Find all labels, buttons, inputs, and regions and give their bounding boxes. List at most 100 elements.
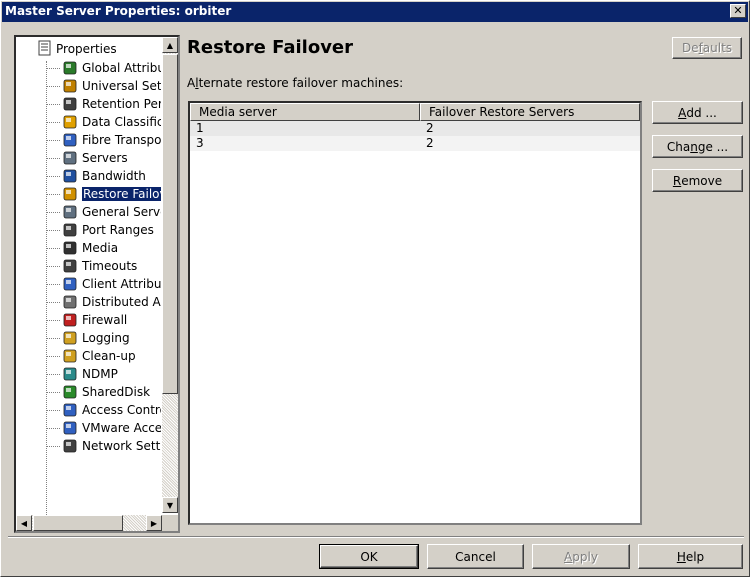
- tree-branch-line: [46, 410, 60, 411]
- tree-item[interactable]: General Server: [16, 203, 161, 221]
- help-button[interactable]: Help: [638, 544, 743, 569]
- tree-branch-line: [46, 302, 60, 303]
- client-attributes-icon: [62, 276, 78, 292]
- cell-media-server: 3: [196, 136, 204, 150]
- remove-label-post: emove: [681, 173, 723, 188]
- tree-item[interactable]: Media: [16, 239, 161, 257]
- ndmp-icon: [62, 366, 78, 382]
- failover-table[interactable]: Media server Failover Restore Servers 12…: [188, 101, 642, 525]
- tree-item-label: Restore Failov: [82, 187, 161, 201]
- tree-vertical-scroll-thumb[interactable]: [162, 54, 178, 394]
- media-icon: [62, 240, 78, 256]
- tree-item[interactable]: Fibre Transpor: [16, 131, 161, 149]
- cell-media-server: 1: [196, 121, 204, 135]
- apply-label-post: pply: [572, 549, 598, 564]
- tree-item[interactable]: Firewall: [16, 311, 161, 329]
- tree-item-label: Data Classifica: [82, 115, 161, 129]
- remove-button[interactable]: Remove: [652, 169, 743, 192]
- footer-separator: [8, 536, 744, 538]
- tree-item[interactable]: Servers: [16, 149, 161, 167]
- add-label-accel: A: [678, 105, 687, 120]
- scrollbar-corner: [162, 515, 178, 531]
- globe-icon: [62, 60, 78, 76]
- tree-branch-line: [46, 446, 60, 447]
- apply-button[interactable]: Apply: [532, 544, 630, 569]
- master-server-properties-dialog: Master Server Properties: orbiter ✕ Prop…: [0, 0, 750, 577]
- tree-item[interactable]: Port Ranges: [16, 221, 161, 239]
- tree-horizontal-scroll-thumb[interactable]: [33, 515, 123, 531]
- change-button[interactable]: Cha n ge ...: [652, 135, 743, 158]
- tree-root-label: Properties: [56, 42, 117, 56]
- tree-branch-line: [46, 122, 60, 123]
- help-label-post: elp: [685, 549, 705, 564]
- scroll-down-arrow-icon[interactable]: ▼: [162, 497, 178, 513]
- properties-tree[interactable]: Properties Global Attribut Universal Sett…: [14, 35, 180, 533]
- tree-item-label: Global Attribut: [82, 61, 161, 75]
- title-bar[interactable]: Master Server Properties: orbiter ✕: [2, 2, 748, 22]
- tree-branch-line: [46, 140, 60, 141]
- window-title: Master Server Properties: orbiter: [5, 4, 232, 18]
- tree-item-label: General Server: [82, 205, 161, 219]
- clean-up-icon: [62, 348, 78, 364]
- tree-item-label: Logging: [82, 331, 130, 345]
- tree-item[interactable]: Retention Peri: [16, 95, 161, 113]
- tree-item[interactable]: Bandwidth: [16, 167, 161, 185]
- table-header: Media server Failover Restore Servers: [190, 103, 640, 121]
- tree-horizontal-scrollbar[interactable]: ◀ ▶: [16, 515, 162, 531]
- tree-item[interactable]: Timeouts: [16, 257, 161, 275]
- tree-item-label: Media: [82, 241, 119, 255]
- tree-item[interactable]: Network Settir: [16, 437, 161, 455]
- tree-branch-line: [46, 194, 60, 195]
- tree-item-label: Distributed Ap: [82, 295, 161, 309]
- tree-item-label: Client Attribute: [82, 277, 161, 291]
- column-header-failover-restore-servers[interactable]: Failover Restore Servers: [420, 103, 640, 121]
- vmware-access-icon: [62, 420, 78, 436]
- tree-item[interactable]: Restore Failov: [16, 185, 161, 203]
- tree-item[interactable]: Client Attribute: [16, 275, 161, 293]
- tree-branch-line: [46, 356, 60, 357]
- tree-item[interactable]: NDMP: [16, 365, 161, 383]
- tree-item-label: Bandwidth: [82, 169, 146, 183]
- tree-item[interactable]: Clean-up: [16, 347, 161, 365]
- scroll-up-arrow-icon[interactable]: ▲: [162, 37, 178, 53]
- tree-item[interactable]: Universal Setti: [16, 77, 161, 95]
- tree-item[interactable]: Access Contro: [16, 401, 161, 419]
- tree-vertical-scrollbar[interactable]: ▲ ▼: [162, 37, 178, 513]
- subheading-pre: A: [187, 76, 196, 90]
- universal-settings-icon: [62, 78, 78, 94]
- tree-branch-line: [46, 68, 60, 69]
- tree-item[interactable]: Global Attribut: [16, 59, 161, 77]
- tree-item[interactable]: Data Classifica: [16, 113, 161, 131]
- cell-failover-restore-servers: 2: [426, 136, 434, 150]
- defaults-label-pre: De: [681, 41, 699, 55]
- table-row[interactable]: 12: [190, 121, 640, 136]
- tree-item[interactable]: VMware Acces: [16, 419, 161, 437]
- tree-branch-line: [46, 392, 60, 393]
- tree-item-label: VMware Acces: [82, 421, 161, 435]
- tree-branch-line: [46, 266, 60, 267]
- scroll-right-arrow-icon[interactable]: ▶: [146, 515, 162, 531]
- cancel-button[interactable]: Cancel: [427, 544, 524, 569]
- tree-item-label: Network Settir: [82, 439, 161, 453]
- tree-item[interactable]: Logging: [16, 329, 161, 347]
- column-header-media-server[interactable]: Media server: [190, 103, 420, 121]
- scroll-left-arrow-icon[interactable]: ◀: [16, 515, 32, 531]
- table-row[interactable]: 32: [190, 136, 640, 151]
- cell-failover-restore-servers: 2: [426, 121, 434, 135]
- logging-icon: [62, 330, 78, 346]
- tree-root-properties[interactable]: Properties: [38, 40, 117, 58]
- close-button[interactable]: ✕: [730, 4, 746, 18]
- remove-label-accel: R: [672, 173, 682, 188]
- retention-icon: [62, 96, 78, 112]
- tree-item[interactable]: Distributed Ap: [16, 293, 161, 311]
- access-control-icon: [62, 402, 78, 418]
- add-button[interactable]: Add ...: [652, 101, 743, 124]
- tree-item[interactable]: SharedDisk: [16, 383, 161, 401]
- timeouts-icon: [62, 258, 78, 274]
- defaults-button[interactable]: De f aults: [672, 37, 742, 59]
- tree-item-label: Fibre Transpor: [82, 133, 161, 147]
- tree-item-label: Universal Setti: [82, 79, 161, 93]
- restore-failover-icon: [62, 186, 78, 202]
- ok-button[interactable]: OK: [319, 544, 419, 569]
- tree-item-label: Port Ranges: [82, 223, 154, 237]
